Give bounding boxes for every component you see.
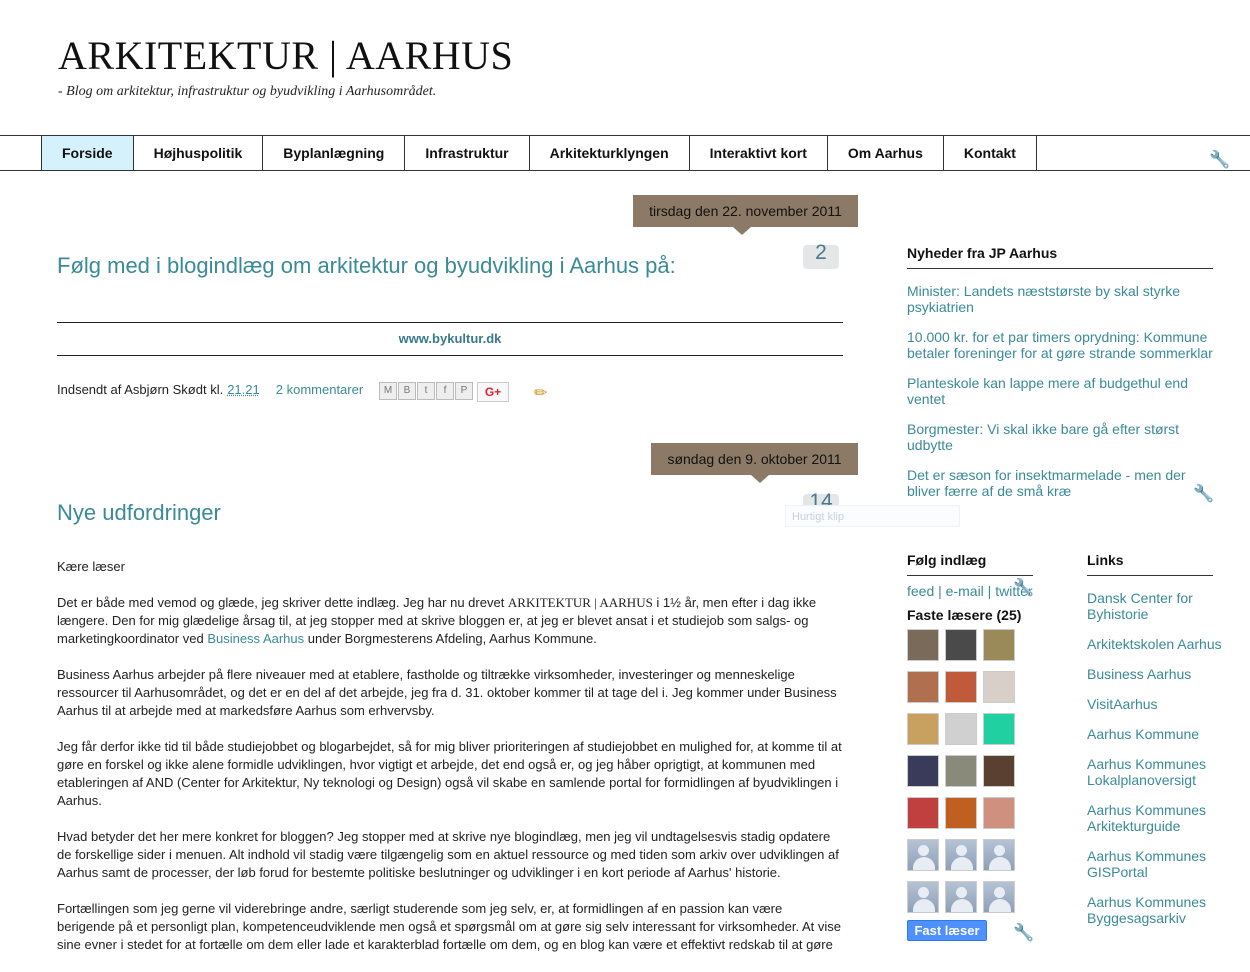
sidebar-link[interactable]: Aarhus Kommunes GISPortal [1087,848,1227,880]
links-list: Dansk Center for Byhistorie Arkitektskol… [1087,590,1227,940]
links-heading: Links [1087,552,1124,568]
greeting: Kære læser [57,559,125,574]
tab-byplanlaegning[interactable]: Byplanlægning [262,136,404,170]
bykultur-link[interactable]: www.bykultur.dk [57,331,843,346]
paragraph: Jeg får derfor ikke tid til både studiej… [57,739,842,808]
avatar[interactable] [945,797,977,829]
tab-forside[interactable]: Forside [41,136,133,170]
paragraph: Hvad betyder det her mere konkret for bl… [57,829,839,880]
divider [907,268,1213,269]
news-heading: Nyheder fra JP Aarhus [907,245,1058,261]
sidebar-link[interactable]: Aarhus Kommunes Byggesagsarkiv [1087,894,1227,926]
pinterest-share-icon[interactable]: P [455,382,473,400]
avatar[interactable] [907,797,939,829]
avatar[interactable] [983,755,1015,787]
sidebar-link[interactable]: Dansk Center for Byhistorie [1087,590,1227,622]
business-aarhus-link[interactable]: Business Aarhus [207,631,304,646]
post-date-header: søndag den 9. oktober 2011 [651,443,858,483]
sidebar-link[interactable]: Business Aarhus [1087,666,1227,682]
share-buttons: M B t f P G+ [379,382,509,402]
divider [907,575,1033,576]
avatar[interactable] [983,713,1015,745]
avatar[interactable] [945,713,977,745]
news-item[interactable]: 10.000 kr. for et par timers oprydning: … [907,329,1217,361]
facebook-share-icon[interactable]: f [436,382,454,400]
nav-tabs: Forside Højhuspolitik Byplanlægning Infr… [41,136,1037,170]
divider [57,322,843,323]
join-button[interactable]: Fast læser [907,920,987,941]
email-share-icon[interactable]: M [379,382,397,400]
comment-count: 2 [815,241,827,264]
comment-count-bubble[interactable]: 2 [803,241,841,275]
avatar[interactable] [983,839,1015,871]
blog-share-icon[interactable]: B [398,382,416,400]
avatar[interactable] [907,629,939,661]
blog-description: - Blog om arkitektur, infrastruktur og b… [58,84,437,99]
post-timestamp[interactable]: 21.21 [227,382,260,397]
sidebar-link[interactable]: Arkitektskolen Aarhus [1087,636,1227,652]
avatar[interactable] [945,629,977,661]
paragraph: Det er både med vemod og glæde, jeg skri… [57,595,817,646]
post-date-header: tirsdag den 22. november 2011 [633,195,858,235]
nav-bar: Forside Højhuspolitik Byplanlægning Infr… [0,135,1250,171]
edit-pencil-icon[interactable]: ✏ [534,383,547,403]
tab-arkitekturklyngen[interactable]: Arkitekturklyngen [528,136,689,170]
sidebar-link[interactable]: Aarhus Kommunes Arkitekturguide [1087,802,1227,834]
news-item[interactable]: Det er sæson for insektmarmelade - men d… [907,467,1217,499]
avatar[interactable] [945,671,977,703]
post-title[interactable]: Følg med i blogindlæg om arkitektur og b… [57,253,676,279]
blog-title[interactable]: ARKITEKTUR | AARHUS [58,32,513,79]
avatar[interactable] [983,671,1015,703]
wrench-icon[interactable]: 🔧 [1013,923,1034,943]
sidebar-link[interactable]: VisitAarhus [1087,696,1227,712]
twitter-share-icon[interactable]: t [417,382,435,400]
post-footer: Indsendt af Asbjørn Skødt kl. 21.21 2 ko… [57,382,363,397]
news-list: Minister: Landets næststørste by skal st… [907,283,1217,513]
news-item[interactable]: Minister: Landets næststørste by skal st… [907,283,1217,315]
post-body: Kære læser Det er både med vemod og glæd… [57,558,843,972]
blog-brand-text: ARKITEKTUR | AARHUS [507,595,653,610]
news-item[interactable]: Planteskole kan lappe mere af budgethul … [907,375,1217,407]
paragraph: Business Aarhus arbejder på flere niveau… [57,667,837,718]
avatar[interactable] [907,881,939,913]
divider [57,355,843,356]
gplus-button[interactable]: G+ [477,382,509,402]
avatar[interactable] [983,797,1015,829]
tab-interaktivt-kort[interactable]: Interaktivt kort [688,136,827,170]
follow-heading: Følg indlæg [907,552,987,568]
divider [1087,575,1213,576]
followers-count: Faste læsere (25) [907,607,1022,623]
avatar[interactable] [907,671,939,703]
wrench-icon[interactable]: 🔧 [1209,150,1230,170]
follower-avatars [907,629,1027,913]
sidebar-link[interactable]: Aarhus Kommune [1087,726,1227,742]
comments-link[interactable]: 2 kommentarer [276,382,363,397]
wrench-icon[interactable]: 🔧 [1013,578,1034,598]
tab-om-aarhus[interactable]: Om Aarhus [826,136,943,170]
sidebar-link[interactable]: Aarhus Kommunes Lokalplanoversigt [1087,756,1227,788]
avatar[interactable] [907,713,939,745]
email-link[interactable]: e-mail [946,583,984,599]
avatar[interactable] [983,881,1015,913]
post-title[interactable]: Nye udfordringer [57,500,221,526]
avatar[interactable] [945,881,977,913]
post-author: Indsendt af Asbjørn Skødt kl. [57,382,224,397]
tab-hojhuspolitik[interactable]: Højhuspolitik [132,136,263,170]
news-item[interactable]: Borgmester: Vi skal ikke bare gå efter s… [907,421,1217,453]
feed-link[interactable]: feed [907,583,934,599]
tab-infrastruktur[interactable]: Infrastruktur [404,136,528,170]
wrench-icon[interactable]: 🔧 [1193,484,1214,504]
avatar[interactable] [983,629,1015,661]
avatar[interactable] [907,755,939,787]
avatar[interactable] [945,755,977,787]
avatar[interactable] [945,839,977,871]
tab-kontakt[interactable]: Kontakt [942,136,1037,170]
avatar[interactable] [907,839,939,871]
